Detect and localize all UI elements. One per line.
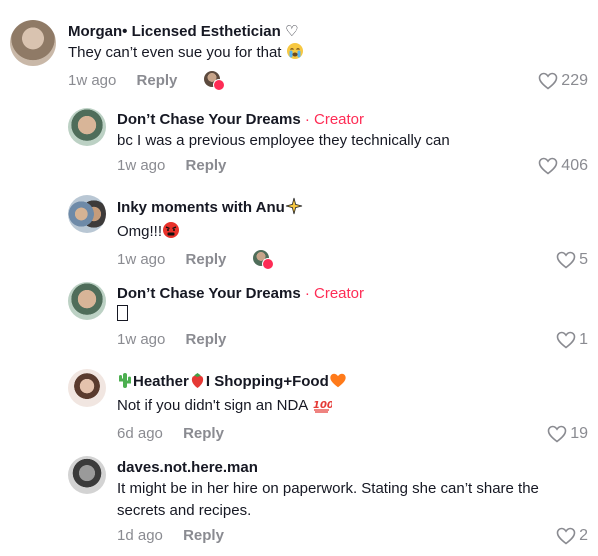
heart-icon (556, 527, 576, 545)
reply-button[interactable]: Reply (183, 423, 224, 445)
comment-text: Omg!!! (117, 221, 588, 246)
heart-icon (538, 72, 558, 90)
like-button[interactable]: 19 (547, 423, 588, 445)
comment-author[interactable]: Heather I Shopping+Food (117, 371, 588, 395)
creator-badge: · Creator (304, 111, 365, 128)
reply-button[interactable]: Reply (137, 70, 178, 92)
like-button[interactable]: 229 (538, 70, 588, 92)
creator-badge: · Creator (304, 285, 365, 302)
cactus-icon (117, 371, 133, 395)
strawberry-icon (189, 371, 206, 395)
reply-button[interactable]: Reply (186, 249, 227, 271)
hundred-points-icon: 100 (312, 397, 334, 420)
like-count: 1 (579, 331, 588, 348)
heart-icon (556, 331, 576, 349)
like-button[interactable]: 406 (538, 155, 588, 177)
like-count: 406 (561, 157, 588, 174)
like-button[interactable]: 5 (556, 249, 588, 271)
comment-text: bc I was a previous employee they techni… (117, 132, 450, 149)
comment-text: It might be in her hire on paperwork. St… (117, 480, 539, 519)
heart-icon (547, 425, 567, 443)
avatar[interactable] (68, 282, 106, 320)
comment-text (117, 304, 588, 326)
comment-time: 1d ago (117, 527, 163, 544)
reply-button[interactable]: Reply (186, 155, 227, 177)
like-count: 5 (579, 251, 588, 268)
comment-author[interactable]: Morgan• Licensed Esthetician ♡ (68, 22, 588, 42)
comment-time: 1w ago (117, 157, 166, 174)
missing-glyph-icon (117, 305, 128, 321)
crying-face-icon (286, 42, 304, 67)
like-count: 19 (570, 425, 588, 442)
comment-time: 1w ago (117, 251, 166, 268)
orange-heart-icon (329, 372, 347, 395)
comment-author[interactable]: Don’t Chase Your Dreams · Creator (117, 284, 588, 304)
comment-text: They can’t even sue you for that (68, 42, 588, 67)
avatar[interactable] (68, 456, 106, 494)
like-count: 229 (561, 72, 588, 89)
like-button[interactable]: 1 (556, 329, 588, 351)
comment-author[interactable]: Inky moments with Anu (117, 197, 588, 221)
comment-time: 6d ago (117, 425, 163, 442)
heart-icon (538, 157, 558, 175)
creator-liked-icon (203, 71, 225, 91)
avatar[interactable] (68, 195, 106, 233)
angry-face-icon (162, 221, 180, 246)
creator-liked-icon (252, 250, 274, 270)
comment-author[interactable]: daves.not.here.man (117, 458, 588, 478)
avatar[interactable] (68, 108, 106, 146)
heart-icon (556, 251, 576, 269)
comment-text: Not if you didn't sign an NDA 100 (117, 395, 588, 420)
reply-button[interactable]: Reply (186, 329, 227, 351)
like-count: 2 (579, 527, 588, 544)
comment-time: 1w ago (68, 72, 117, 89)
like-button[interactable]: 2 (556, 525, 588, 547)
avatar[interactable] (68, 369, 106, 407)
reply-button[interactable]: Reply (183, 525, 224, 547)
comment-author[interactable]: Don’t Chase Your Dreams · Creator (117, 110, 588, 130)
svg-text:100: 100 (313, 400, 332, 411)
avatar[interactable] (10, 20, 56, 66)
comment-time: 1w ago (117, 331, 166, 348)
sparkles-icon (285, 197, 303, 221)
